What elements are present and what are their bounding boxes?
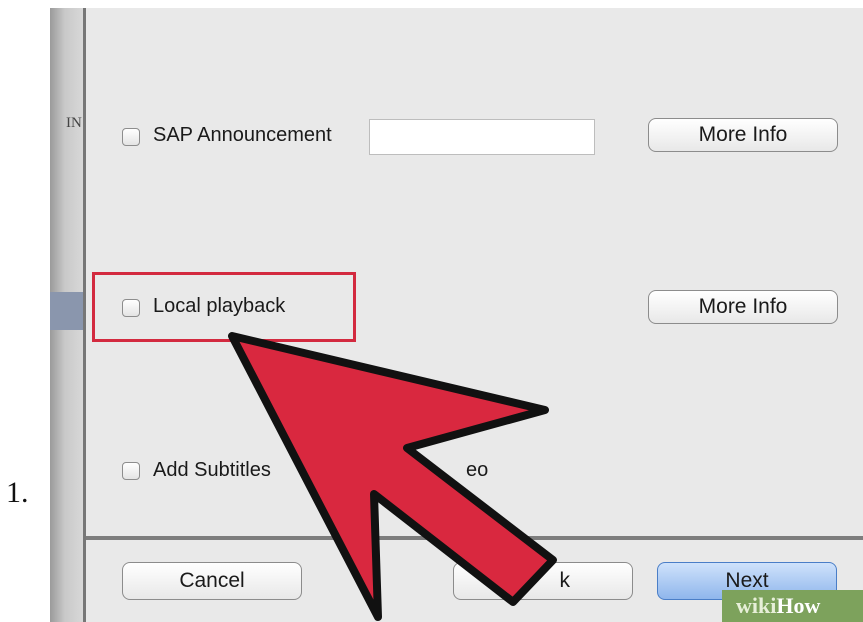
wikihow-watermark: wikiHow	[722, 590, 863, 622]
pointer-arrow-icon	[228, 332, 557, 621]
